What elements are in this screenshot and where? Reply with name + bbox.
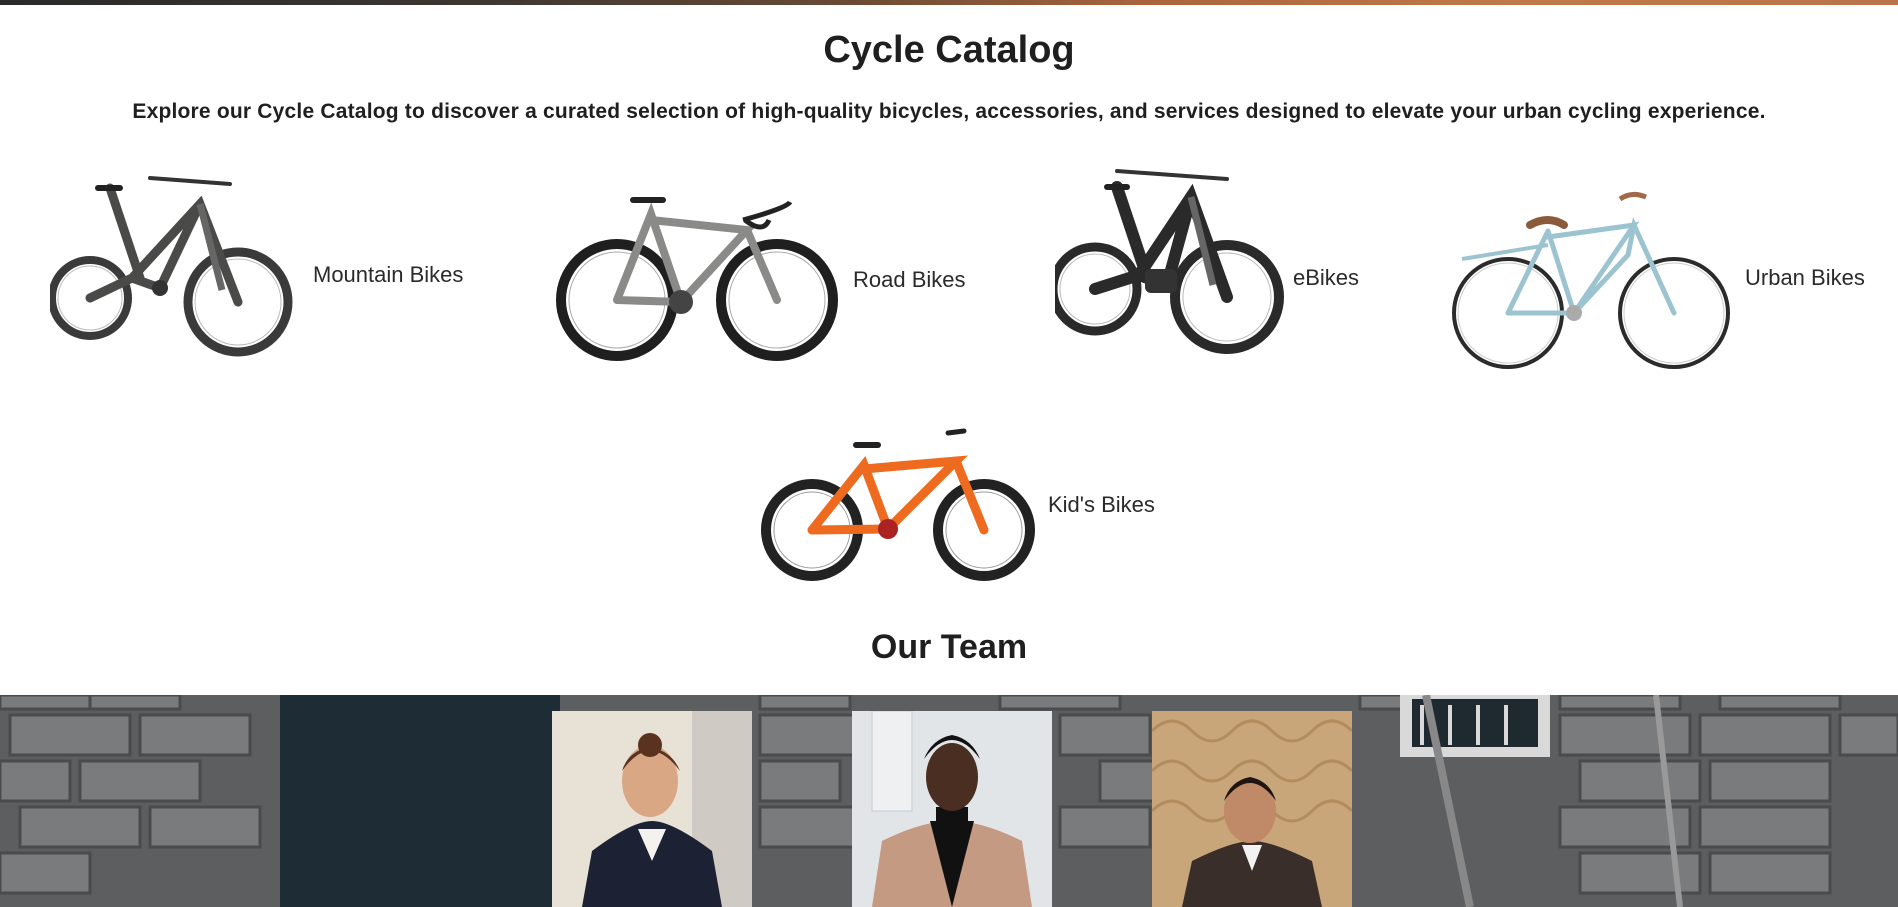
category-label: Urban Bikes [1745,264,1865,290]
team-member-card[interactable] [552,711,752,907]
team-member-photo-woman [552,711,752,907]
category-kids-bikes[interactable]: Kid's Bikes [760,425,1155,585]
hero-image-bottom-edge [0,0,1898,5]
category-label: eBikes [1293,264,1360,290]
category-mountain-bikes[interactable]: Mountain Bikes [50,170,463,380]
team-section-title: Our Team [870,628,1028,666]
road-bike-image [556,197,838,361]
category-ebikes[interactable]: eBikes [1055,165,1359,390]
category-label: Kid's Bikes [1048,492,1155,517]
team-member-card[interactable] [1152,711,1352,907]
team-member-photo-man-2 [1152,711,1352,907]
urban-bike-image [1452,191,1730,369]
kids-bike-image [761,428,1035,581]
category-label: Mountain Bikes [313,262,464,287]
catalog-title: Cycle Catalog [823,29,1075,71]
team-member-card[interactable] [852,711,1052,907]
team-member-photo-man [852,711,1052,907]
catalog-description: Explore our Cycle Catalog to discover a … [132,100,1766,123]
category-urban-bikes[interactable]: Urban Bikes [1452,185,1865,370]
team-section-background [0,695,1898,907]
ebike-image [1055,169,1284,354]
mountain-bike-image [50,176,293,357]
category-road-bikes[interactable]: Road Bikes [555,190,966,370]
category-label: Road Bikes [853,267,966,292]
